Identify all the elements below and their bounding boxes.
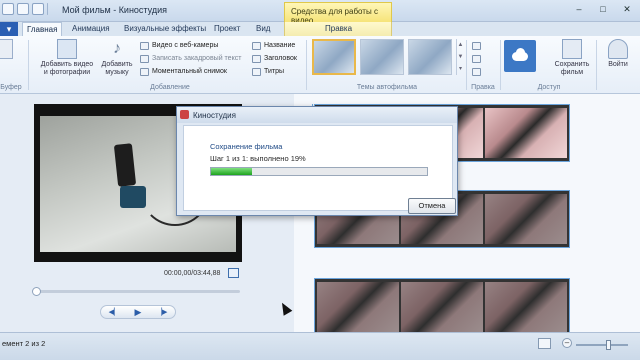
snapshot-button[interactable]: Моментальный снимок [140,66,227,77]
group-label-themes: Темы автофильма [356,84,418,91]
save-movie-icon [562,39,582,59]
close-button[interactable]: ✕ [618,3,636,15]
video-frame [401,282,483,332]
theme-thumbnail[interactable] [408,39,452,75]
credits-button[interactable]: Титры [252,66,284,77]
autofilm-themes-gallery [312,39,452,75]
undo-icon[interactable] [17,3,29,15]
dialog-title: Киностудия [193,111,236,120]
tab-visual-effects[interactable]: Визуальные эффекты [120,22,210,36]
file-menu-button[interactable]: ▾ [0,22,18,36]
tab-view[interactable]: Вид [252,22,274,36]
save-progress-dialog: Киностудия Сохранение фильма Шаг 1 из 1:… [176,106,458,216]
tab-animations[interactable]: Анимация [68,22,114,36]
progress-bar [210,167,428,176]
tab-home[interactable]: Главная [22,22,63,36]
title-button[interactable]: Название [252,40,295,51]
maximize-button[interactable]: □ [594,3,612,15]
seek-thumb[interactable] [32,287,41,296]
rotate-left-button[interactable] [472,40,481,51]
storyboard-row[interactable] [314,278,570,336]
dialog-title-bar: Киностудия [177,107,457,123]
add-music-button[interactable]: ♪ Добавить музыку [98,39,136,77]
group-label-add: Добавление [150,84,190,91]
seek-bar[interactable] [32,287,240,296]
select-all-button[interactable] [472,66,481,77]
contextual-tab-group-label: Средства для работы с видео [284,2,392,25]
group-label-clipboard: Буфер [0,84,22,91]
cancel-button[interactable]: Отмена [408,198,456,214]
window-controls: – □ ✕ [570,3,636,15]
dialog-heading: Сохранение фильма [210,142,283,151]
window-title: Мой фильм - Киностудия [62,5,168,15]
webcam-icon [140,41,149,50]
zoom-out-button[interactable]: – [562,338,572,348]
video-frame [485,108,567,158]
sign-in-button[interactable]: Войти [600,39,636,69]
minimize-button[interactable]: – [570,3,588,15]
group-separator [500,40,501,90]
time-readout: 00:00,00/03:44,88 [164,270,221,277]
save-movie-button[interactable]: Сохранить фильм [554,39,590,77]
play-icon[interactable]: ▶ [135,307,142,318]
group-separator [28,40,29,90]
paste-icon [0,39,13,59]
progress-fill [211,168,253,175]
credits-icon [252,67,261,76]
redo-icon[interactable] [32,3,44,15]
paste-button[interactable] [0,39,16,61]
user-icon [608,39,628,59]
dialog-body: Сохранение фильма Шаг 1 из 1: выполнено … [183,125,456,214]
qat-separator [47,3,48,15]
progress-status: Шаг 1 из 1: выполнено 19% [210,154,306,163]
tab-edit[interactable]: Правка [284,22,392,36]
storyboard-view-button[interactable] [538,338,551,349]
group-label-edit: Правка [471,84,495,91]
camera-icon [140,67,149,76]
caption-icon [252,54,261,63]
group-separator [306,40,307,90]
zoom-thumb[interactable] [606,340,611,350]
remove-button[interactable] [472,53,481,64]
add-video-button[interactable]: Добавить видео и фотографии [38,39,96,77]
playback-controls: ◀▏ ▶ ▕▶ [100,305,176,319]
title-bar: Мой фильм - Киностудия Средства для рабо… [0,0,640,25]
save-icon[interactable] [2,3,14,15]
rotate-left-icon [472,41,481,50]
remove-icon [472,54,481,63]
group-separator [596,40,597,90]
music-note-icon: ♪ [113,40,121,57]
quick-access-toolbar [2,3,48,15]
themes-scroll[interactable]: ▲ ▼ ▾ [456,39,464,75]
zoom-slider[interactable] [576,340,628,350]
film-icon [57,39,77,59]
fullscreen-preview-button[interactable] [228,268,239,278]
app-icon [180,110,189,119]
video-frame [485,282,567,332]
previous-frame-icon[interactable]: ◀▏ [109,308,120,316]
next-frame-icon[interactable]: ▕▶ [157,308,168,316]
theme-thumbnail[interactable] [360,39,404,75]
status-bar: емент 2 из 2 – [0,332,640,360]
title-icon [252,41,261,50]
ribbon-tabs: ▾ Главная Анимация Визуальные эффекты Пр… [0,22,640,36]
caption-button[interactable]: Заголовок [252,53,297,64]
video-frame [485,194,567,244]
ribbon: Буфер Добавить видео и фотографии ♪ Доба… [0,36,640,94]
group-label-share: Доступ [537,84,561,91]
theme-thumbnail[interactable] [312,39,356,75]
record-narration-button[interactable]: Записать закадровый текст [140,53,241,64]
status-text: емент 2 из 2 [2,339,46,348]
select-all-icon [472,67,481,76]
group-separator [466,40,467,90]
microphone-icon [140,54,149,63]
webcam-video-button[interactable]: Видео с веб-камеры [140,40,218,51]
video-frame [317,282,399,332]
tab-project[interactable]: Проект [210,22,244,36]
onedrive-share-button[interactable] [504,40,536,72]
preview-object [113,143,137,187]
